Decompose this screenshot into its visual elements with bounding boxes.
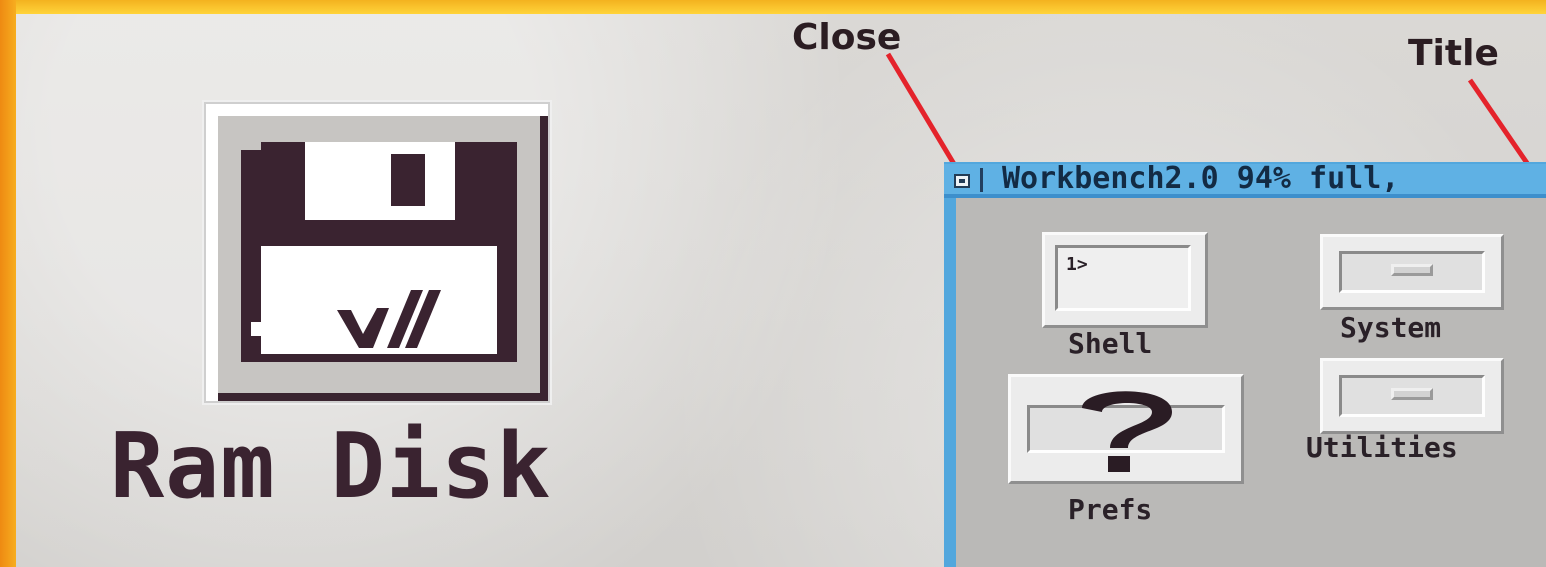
shell-label: Shell [1068, 327, 1153, 360]
ram-disk-label: Ram Disk [110, 414, 552, 519]
window-titlebar[interactable]: Workbench2.0 94% full, [944, 164, 1546, 198]
top-frame [0, 0, 1546, 14]
title-callout: Title [1408, 33, 1499, 74]
drawer-handle-icon [1391, 388, 1433, 400]
close-icon[interactable] [954, 174, 970, 188]
ram-disk-icon[interactable] [202, 100, 552, 405]
question-mark-icon [1082, 391, 1172, 472]
workbench-window: Workbench2.0 94% full, 1> Shell System P… [944, 162, 1546, 567]
left-frame [0, 0, 16, 567]
titlebar-divider [980, 168, 983, 192]
close-pointer-line [885, 52, 963, 176]
prefs-drawer-icon[interactable] [1008, 374, 1244, 484]
shell-icon[interactable]: 1> [1042, 232, 1208, 328]
system-drawer-icon[interactable] [1320, 234, 1504, 310]
drawer-handle-icon [1391, 264, 1433, 276]
system-drawer-inner [1339, 251, 1485, 293]
desktop: Ram Disk Close Title Workbench2.0 94% fu… [16, 14, 1546, 567]
shell-window-icon: 1> [1055, 245, 1191, 311]
close-callout: Close [792, 17, 902, 58]
prefs-label: Prefs [1068, 493, 1153, 526]
utilities-drawer-icon[interactable] [1320, 358, 1504, 434]
system-label: System [1340, 311, 1442, 344]
floppy-disk-icon [241, 142, 517, 362]
window-title: Workbench2.0 94% full, [1002, 161, 1400, 196]
utilities-drawer-inner [1339, 375, 1485, 417]
shell-prompt: 1> [1066, 254, 1088, 275]
utilities-label: Utilities [1306, 431, 1458, 464]
